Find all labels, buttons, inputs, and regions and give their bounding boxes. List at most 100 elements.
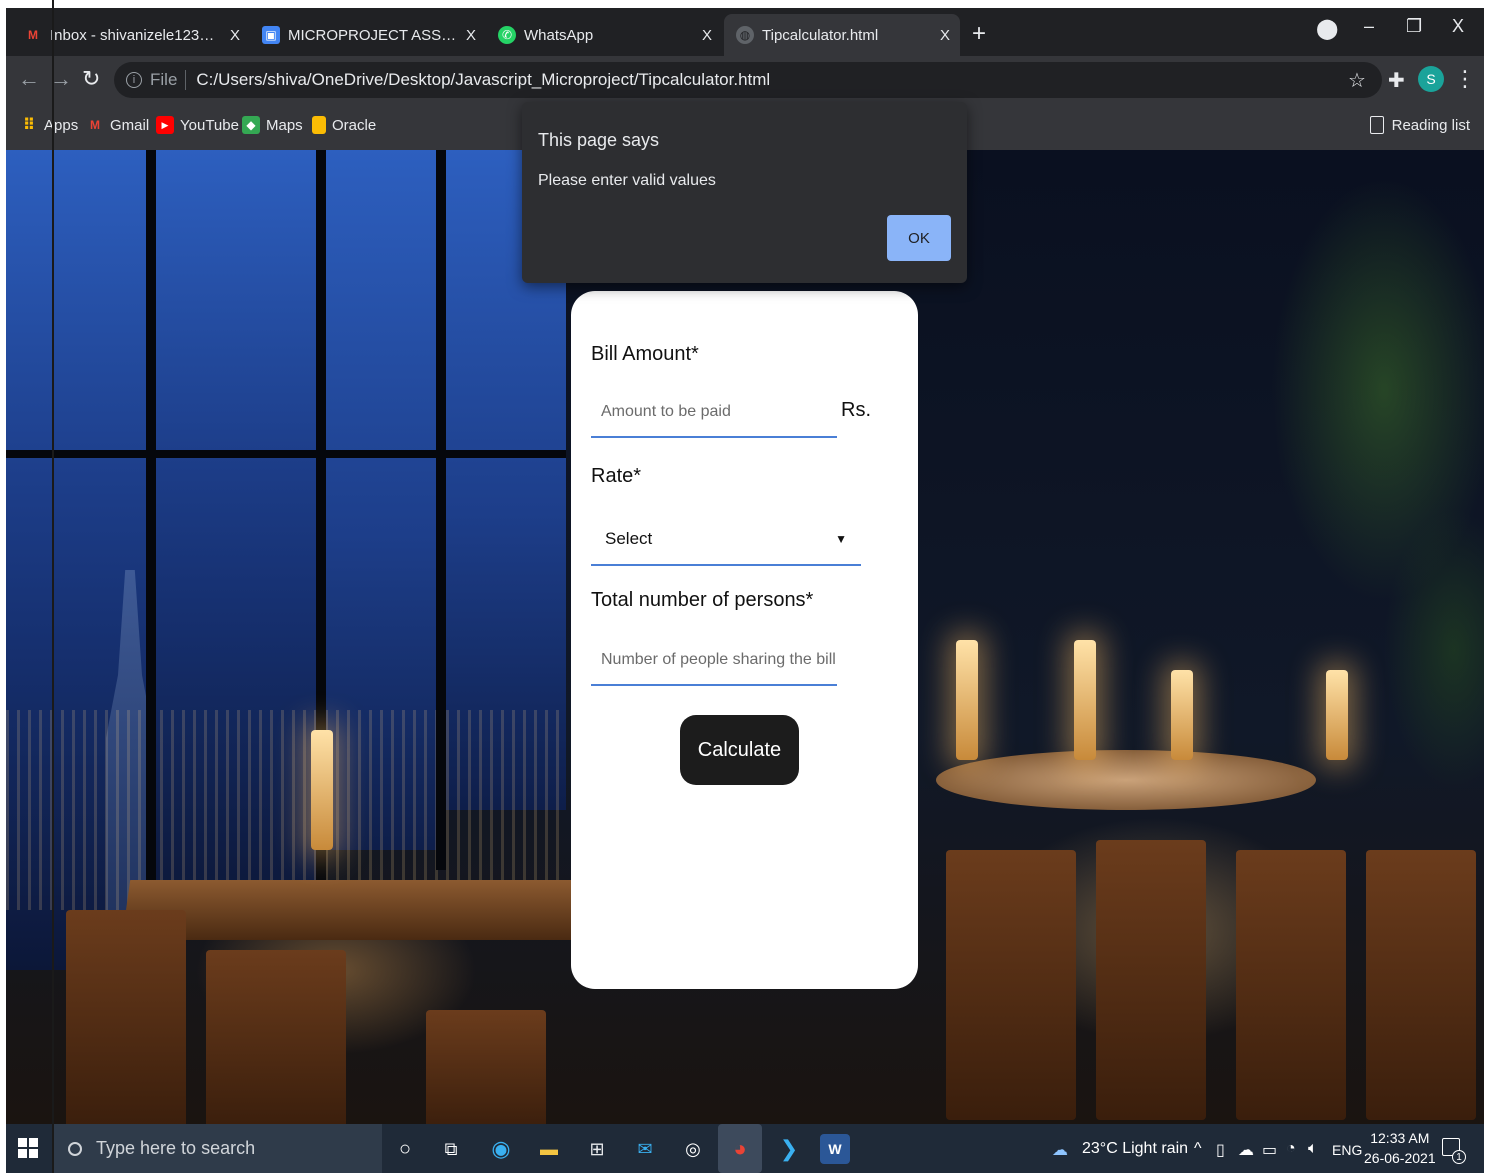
word-icon[interactable]: W xyxy=(820,1134,850,1164)
background-chair xyxy=(66,910,186,1124)
url-text[interactable]: C:/Users/shiva/OneDrive/Desktop/Javascri… xyxy=(196,70,770,90)
bookmark-label: Gmail xyxy=(110,116,150,134)
tray-app-icon[interactable]: ▯ xyxy=(1216,1140,1225,1160)
tip-calculator-card: Bill Amount* Rs. Rate* Select ▼ Total nu… xyxy=(571,291,918,989)
background-mullion xyxy=(436,150,446,870)
volume-icon[interactable]: 🔈︎ xyxy=(1308,1140,1318,1158)
minimize-button[interactable]: – xyxy=(1364,16,1374,37)
whatsapp-icon: ✆ xyxy=(498,26,516,44)
edge-icon[interactable]: ◉ xyxy=(486,1134,516,1164)
background-lamp xyxy=(1171,670,1193,760)
tab-close-icon[interactable]: X xyxy=(702,27,712,44)
reading-list-button[interactable]: Reading list xyxy=(1369,116,1470,134)
taskbar-search-placeholder: Type here to search xyxy=(96,1138,256,1158)
rate-select[interactable]: Select ▼ xyxy=(591,514,861,566)
profile-avatar[interactable]: S xyxy=(1418,66,1444,92)
clock-date: 26-06-2021 xyxy=(1364,1150,1436,1166)
tab-search-icon[interactable]: ⬤ xyxy=(1316,16,1338,41)
tab-title: WhatsApp xyxy=(524,26,594,44)
bookmark-label: YouTube xyxy=(180,116,239,134)
bookmark-youtube[interactable]: ▶ YouTube xyxy=(156,116,239,134)
reload-icon[interactable]: ↻ xyxy=(82,66,100,92)
bookmark-label: Maps xyxy=(266,116,303,134)
onedrive-icon[interactable]: ☁ xyxy=(1238,1140,1254,1160)
back-arrow-icon[interactable]: ← xyxy=(18,66,40,92)
tray-chevron-up-icon[interactable]: ^ xyxy=(1194,1140,1202,1158)
bookmark-gmail[interactable]: M Gmail xyxy=(86,116,149,134)
rate-label: Rate* xyxy=(591,465,642,487)
tab-title: Tipcalculator.html xyxy=(762,26,879,44)
file-explorer-icon[interactable]: ▬ xyxy=(534,1134,564,1164)
bookmark-star-icon[interactable]: ☆ xyxy=(1348,68,1366,93)
restore-button[interactable]: ❐ xyxy=(1406,16,1422,37)
background-chair xyxy=(1096,840,1206,1120)
tab-close-icon[interactable]: X xyxy=(466,27,476,44)
chrome-icon[interactable]: ◕ xyxy=(718,1124,762,1173)
language-indicator[interactable]: ENG xyxy=(1332,1142,1362,1158)
background-round-bar xyxy=(936,750,1316,810)
tab-tipcalculator[interactable]: ◍ Tipcalculator.html X xyxy=(724,14,960,56)
weather-text[interactable]: 23°C Light rain xyxy=(1082,1140,1188,1158)
dell-icon[interactable]: ◎ xyxy=(678,1134,708,1164)
tab-close-icon[interactable]: X xyxy=(230,27,240,44)
bookmark-maps[interactable]: ◆ Maps xyxy=(242,116,303,134)
tab-gmail[interactable]: M Inbox - shivanizele123@gmail.co X xyxy=(12,14,250,56)
battery-icon[interactable]: ▭ xyxy=(1262,1140,1277,1160)
chevron-down-icon: ▼ xyxy=(835,532,847,546)
tab-strip: M Inbox - shivanizele123@gmail.co X ▣ MI… xyxy=(6,8,1484,56)
wifi-icon[interactable]: ◔ xyxy=(1286,1140,1296,1158)
vscode-icon[interactable]: ❯ xyxy=(774,1134,804,1164)
search-icon xyxy=(68,1141,82,1156)
task-view-icon[interactable]: ⧉ xyxy=(436,1134,466,1164)
youtube-icon: ▶ xyxy=(156,116,174,134)
new-tab-button[interactable]: + xyxy=(972,20,986,48)
background-lamp xyxy=(1326,670,1348,760)
page-content: Bill Amount* Rs. Rate* Select ▼ Total nu… xyxy=(6,150,1484,1124)
more-menu-icon[interactable]: ⋮ xyxy=(1454,66,1476,92)
bookmark-label: Oracle xyxy=(332,116,377,134)
reading-list-label: Reading list xyxy=(1391,116,1470,134)
windows-start-icon[interactable] xyxy=(18,1138,38,1158)
folder-icon xyxy=(312,116,326,134)
close-window-button[interactable]: X xyxy=(1452,16,1464,37)
bookmark-oracle[interactable]: Oracle xyxy=(312,116,376,134)
info-icon[interactable]: i xyxy=(126,72,142,88)
background-chair xyxy=(946,850,1076,1120)
globe-icon: ◍ xyxy=(736,26,754,44)
weather-icon: ☁ xyxy=(1052,1142,1068,1159)
background-chair xyxy=(426,1010,546,1124)
cortana-icon[interactable]: ○ xyxy=(390,1134,420,1164)
alert-message: Please enter valid values xyxy=(538,172,716,189)
background-lamp xyxy=(311,730,333,850)
browser-toolbar: ← → ↻ i File C:/Users/shiva/OneDrive/Des… xyxy=(6,56,1484,104)
persons-input[interactable] xyxy=(591,636,837,686)
classroom-icon: ▣ xyxy=(262,26,280,44)
alert-title: This page says xyxy=(538,130,660,150)
mail-icon[interactable]: ✉ xyxy=(630,1134,660,1164)
taskbar-search[interactable]: Type here to search xyxy=(54,1124,382,1173)
notification-badge: 1 xyxy=(1452,1150,1466,1164)
apps-grid-icon: ⠿ xyxy=(22,117,36,134)
ok-button[interactable]: OK xyxy=(887,215,951,261)
background-chair xyxy=(206,950,346,1124)
tab-whatsapp[interactable]: ✆ WhatsApp X xyxy=(486,14,722,56)
maps-icon: ◆ xyxy=(242,116,260,134)
background-lamp xyxy=(956,640,978,760)
bill-amount-input[interactable] xyxy=(591,388,837,438)
windows-taskbar: Type here to search ○ ⧉ ◉ ▬ ⊞ ✉ ◎ ◕ ❯ W … xyxy=(6,1124,1484,1173)
calculate-button[interactable]: Calculate xyxy=(680,715,799,785)
tab-microproject[interactable]: ▣ MICROPROJECT ASSIGNMENTS | X xyxy=(250,14,486,56)
bill-amount-label: Bill Amount* xyxy=(591,343,699,365)
tab-title: MICROPROJECT ASSIGNMENTS | xyxy=(288,26,460,44)
persons-label: Total number of persons* xyxy=(591,589,814,611)
store-icon[interactable]: ⊞ xyxy=(582,1134,612,1164)
bookmark-apps[interactable]: ⠿ Apps xyxy=(20,116,78,135)
browser-window: M Inbox - shivanizele123@gmail.co X ▣ MI… xyxy=(6,8,1484,1173)
tab-title: Inbox - shivanizele123@gmail.co xyxy=(50,26,222,44)
tab-close-icon[interactable]: X xyxy=(940,27,950,44)
extensions-puzzle-icon[interactable]: ✚ xyxy=(1388,68,1405,93)
taskbar-clock[interactable]: 12:33 AM 26-06-2021 xyxy=(1364,1128,1436,1168)
address-divider xyxy=(185,70,187,90)
background-mullion xyxy=(6,450,566,458)
address-bar[interactable]: i File C:/Users/shiva/OneDrive/Desktop/J… xyxy=(114,62,1382,98)
